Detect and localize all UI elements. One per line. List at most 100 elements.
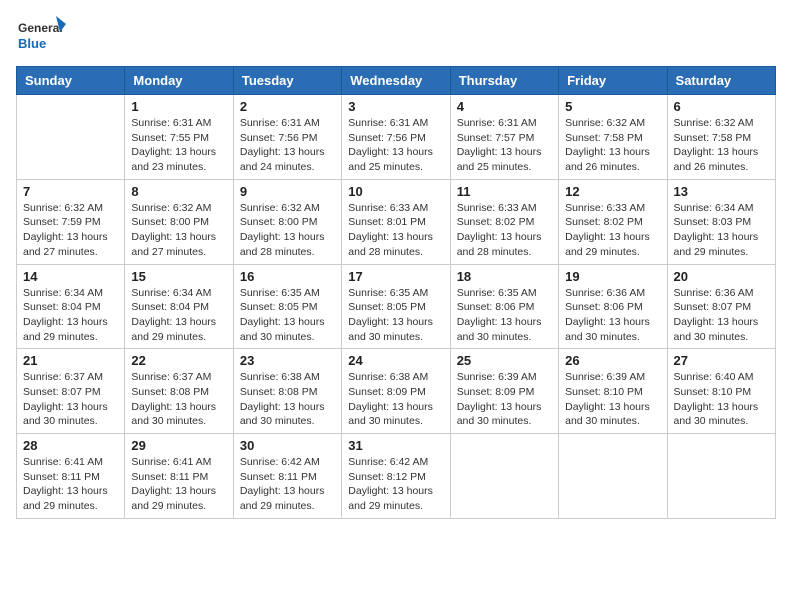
day-info: Sunrise: 6:32 AM Sunset: 7:58 PM Dayligh… xyxy=(565,116,660,175)
day-info: Sunrise: 6:33 AM Sunset: 8:02 PM Dayligh… xyxy=(457,201,552,260)
day-number: 4 xyxy=(457,99,552,114)
week-row-2: 7 Sunrise: 6:32 AM Sunset: 7:59 PM Daylig… xyxy=(17,179,776,264)
day-info: Sunrise: 6:36 AM Sunset: 8:06 PM Dayligh… xyxy=(565,286,660,345)
day-cell: 16 Sunrise: 6:35 AM Sunset: 8:05 PM Dayli… xyxy=(233,264,341,349)
day-info: Sunrise: 6:38 AM Sunset: 8:08 PM Dayligh… xyxy=(240,370,335,429)
day-info: Sunrise: 6:42 AM Sunset: 8:11 PM Dayligh… xyxy=(240,455,335,514)
day-info: Sunrise: 6:34 AM Sunset: 8:03 PM Dayligh… xyxy=(674,201,769,260)
day-number: 5 xyxy=(565,99,660,114)
day-number: 1 xyxy=(131,99,226,114)
day-cell: 15 Sunrise: 6:34 AM Sunset: 8:04 PM Dayli… xyxy=(125,264,233,349)
day-info: Sunrise: 6:32 AM Sunset: 8:00 PM Dayligh… xyxy=(131,201,226,260)
day-info: Sunrise: 6:34 AM Sunset: 8:04 PM Dayligh… xyxy=(23,286,118,345)
day-number: 7 xyxy=(23,184,118,199)
day-info: Sunrise: 6:31 AM Sunset: 7:57 PM Dayligh… xyxy=(457,116,552,175)
day-number: 22 xyxy=(131,353,226,368)
day-cell: 29Sunrise: 6:41 AM Sunset: 8:11 PM Dayli… xyxy=(125,434,233,519)
day-header-thursday: Thursday xyxy=(450,67,558,95)
day-number: 31 xyxy=(348,438,443,453)
day-cell: 13 Sunrise: 6:34 AM Sunset: 8:03 PM Dayli… xyxy=(667,179,775,264)
day-info: Sunrise: 6:39 AM Sunset: 8:09 PM Dayligh… xyxy=(457,370,552,429)
day-cell: 10Sunrise: 6:33 AM Sunset: 8:01 PM Dayli… xyxy=(342,179,450,264)
day-info: Sunrise: 6:31 AM Sunset: 7:56 PM Dayligh… xyxy=(348,116,443,175)
day-header-wednesday: Wednesday xyxy=(342,67,450,95)
day-number: 24 xyxy=(348,353,443,368)
day-info: Sunrise: 6:32 AM Sunset: 7:59 PM Dayligh… xyxy=(23,201,118,260)
day-cell: 18Sunrise: 6:35 AM Sunset: 8:06 PM Dayli… xyxy=(450,264,558,349)
day-info: Sunrise: 6:35 AM Sunset: 8:05 PM Dayligh… xyxy=(348,286,443,345)
day-cell: 22 Sunrise: 6:37 AM Sunset: 8:08 PM Dayli… xyxy=(125,349,233,434)
day-cell: 3 Sunrise: 6:31 AM Sunset: 7:56 PM Daylig… xyxy=(342,95,450,180)
day-info: Sunrise: 6:31 AM Sunset: 7:56 PM Dayligh… xyxy=(240,116,335,175)
day-header-saturday: Saturday xyxy=(667,67,775,95)
day-number: 27 xyxy=(674,353,769,368)
day-cell: 28 Sunrise: 6:41 AM Sunset: 8:11 PM Dayli… xyxy=(17,434,125,519)
day-cell: 24Sunrise: 6:38 AM Sunset: 8:09 PM Dayli… xyxy=(342,349,450,434)
day-cell: 26 Sunrise: 6:39 AM Sunset: 8:10 PM Dayli… xyxy=(559,349,667,434)
day-number: 25 xyxy=(457,353,552,368)
day-number: 26 xyxy=(565,353,660,368)
day-info: Sunrise: 6:37 AM Sunset: 8:07 PM Dayligh… xyxy=(23,370,118,429)
day-cell xyxy=(450,434,558,519)
day-number: 2 xyxy=(240,99,335,114)
day-number: 20 xyxy=(674,269,769,284)
day-number: 16 xyxy=(240,269,335,284)
day-info: Sunrise: 6:32 AM Sunset: 8:00 PM Dayligh… xyxy=(240,201,335,260)
days-header-row: SundayMondayTuesdayWednesdayThursdayFrid… xyxy=(17,67,776,95)
day-header-tuesday: Tuesday xyxy=(233,67,341,95)
day-number: 8 xyxy=(131,184,226,199)
day-cell: 27 Sunrise: 6:40 AM Sunset: 8:10 PM Dayli… xyxy=(667,349,775,434)
logo-svg: General Blue xyxy=(16,16,66,56)
svg-text:General: General xyxy=(18,21,63,35)
calendar-table: SundayMondayTuesdayWednesdayThursdayFrid… xyxy=(16,66,776,519)
day-number: 30 xyxy=(240,438,335,453)
day-cell: 8 Sunrise: 6:32 AM Sunset: 8:00 PM Daylig… xyxy=(125,179,233,264)
week-row-5: 28 Sunrise: 6:41 AM Sunset: 8:11 PM Dayli… xyxy=(17,434,776,519)
logo: General Blue xyxy=(16,16,66,56)
day-cell: 17 Sunrise: 6:35 AM Sunset: 8:05 PM Dayli… xyxy=(342,264,450,349)
day-header-sunday: Sunday xyxy=(17,67,125,95)
day-number: 3 xyxy=(348,99,443,114)
day-info: Sunrise: 6:41 AM Sunset: 8:11 PM Dayligh… xyxy=(23,455,118,514)
day-info: Sunrise: 6:39 AM Sunset: 8:10 PM Dayligh… xyxy=(565,370,660,429)
day-info: Sunrise: 6:34 AM Sunset: 8:04 PM Dayligh… xyxy=(131,286,226,345)
day-cell: 6 Sunrise: 6:32 AM Sunset: 7:58 PM Daylig… xyxy=(667,95,775,180)
day-cell: 25 Sunrise: 6:39 AM Sunset: 8:09 PM Dayli… xyxy=(450,349,558,434)
day-number: 15 xyxy=(131,269,226,284)
day-number: 21 xyxy=(23,353,118,368)
day-number: 9 xyxy=(240,184,335,199)
day-number: 19 xyxy=(565,269,660,284)
day-info: Sunrise: 6:42 AM Sunset: 8:12 PM Dayligh… xyxy=(348,455,443,514)
svg-text:Blue: Blue xyxy=(18,36,46,51)
day-number: 28 xyxy=(23,438,118,453)
week-row-4: 21 Sunrise: 6:37 AM Sunset: 8:07 PM Dayli… xyxy=(17,349,776,434)
day-cell: 11 Sunrise: 6:33 AM Sunset: 8:02 PM Dayli… xyxy=(450,179,558,264)
day-cell xyxy=(667,434,775,519)
week-row-3: 14Sunrise: 6:34 AM Sunset: 8:04 PM Dayli… xyxy=(17,264,776,349)
day-cell: 5 Sunrise: 6:32 AM Sunset: 7:58 PM Daylig… xyxy=(559,95,667,180)
day-cell: 9 Sunrise: 6:32 AM Sunset: 8:00 PM Daylig… xyxy=(233,179,341,264)
day-cell: 1Sunrise: 6:31 AM Sunset: 7:55 PM Daylig… xyxy=(125,95,233,180)
day-number: 12 xyxy=(565,184,660,199)
day-info: Sunrise: 6:35 AM Sunset: 8:05 PM Dayligh… xyxy=(240,286,335,345)
day-info: Sunrise: 6:35 AM Sunset: 8:06 PM Dayligh… xyxy=(457,286,552,345)
day-cell: 19 Sunrise: 6:36 AM Sunset: 8:06 PM Dayli… xyxy=(559,264,667,349)
day-number: 13 xyxy=(674,184,769,199)
day-info: Sunrise: 6:37 AM Sunset: 8:08 PM Dayligh… xyxy=(131,370,226,429)
day-cell: 12 Sunrise: 6:33 AM Sunset: 8:02 PM Dayli… xyxy=(559,179,667,264)
day-info: Sunrise: 6:33 AM Sunset: 8:02 PM Dayligh… xyxy=(565,201,660,260)
day-cell: 20 Sunrise: 6:36 AM Sunset: 8:07 PM Dayli… xyxy=(667,264,775,349)
day-cell: 21 Sunrise: 6:37 AM Sunset: 8:07 PM Dayli… xyxy=(17,349,125,434)
day-cell xyxy=(17,95,125,180)
day-number: 11 xyxy=(457,184,552,199)
day-cell: 2 Sunrise: 6:31 AM Sunset: 7:56 PM Daylig… xyxy=(233,95,341,180)
day-info: Sunrise: 6:40 AM Sunset: 8:10 PM Dayligh… xyxy=(674,370,769,429)
day-number: 29 xyxy=(131,438,226,453)
header: General Blue xyxy=(16,16,776,56)
day-info: Sunrise: 6:33 AM Sunset: 8:01 PM Dayligh… xyxy=(348,201,443,260)
day-number: 17 xyxy=(348,269,443,284)
day-cell: 7 Sunrise: 6:32 AM Sunset: 7:59 PM Daylig… xyxy=(17,179,125,264)
day-info: Sunrise: 6:32 AM Sunset: 7:58 PM Dayligh… xyxy=(674,116,769,175)
day-info: Sunrise: 6:36 AM Sunset: 8:07 PM Dayligh… xyxy=(674,286,769,345)
day-number: 6 xyxy=(674,99,769,114)
